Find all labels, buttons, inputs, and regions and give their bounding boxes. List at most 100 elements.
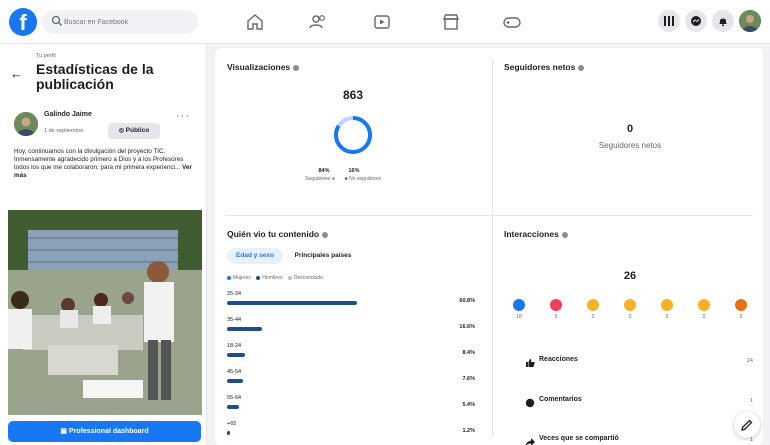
- info-icon[interactable]: [561, 231, 568, 238]
- non-followers-pct: 16%: [348, 168, 360, 174]
- insights-card: Visualizaciones 863 84% 16% Seguidores ●…: [215, 48, 763, 445]
- reaction-count: 0: [591, 314, 595, 320]
- profile-avatar[interactable]: [739, 10, 761, 32]
- reaction-count: 18: [516, 314, 522, 320]
- author-avatar[interactable]: [14, 112, 38, 136]
- home-icon[interactable]: [243, 10, 267, 34]
- age-group-bar: [227, 353, 245, 357]
- age-group-label: 55-64: [227, 395, 242, 401]
- age-group-pct: 16.6%: [459, 324, 475, 330]
- reactions-value: 24: [746, 358, 753, 364]
- interactions-section-title: Interacciones: [504, 229, 568, 239]
- tab-top-countries[interactable]: Principales países: [287, 248, 359, 264]
- views-section-title: Visualizaciones: [227, 62, 300, 72]
- post-text: Hoy, continuamos con la divulgación del …: [14, 148, 198, 180]
- post-date[interactable]: 1 de septiembre: [44, 128, 83, 134]
- info-icon[interactable]: [578, 64, 585, 71]
- comments-value: 1: [749, 398, 753, 404]
- age-group-bar: [227, 301, 357, 305]
- men-dot: [256, 275, 261, 280]
- search-input[interactable]: [64, 13, 192, 31]
- comments-label[interactable]: Comentarios: [539, 396, 582, 403]
- age-group-pct: 5.4%: [462, 402, 475, 408]
- love-icon[interactable]: [550, 299, 562, 311]
- views-total: 863: [342, 88, 364, 102]
- professional-dashboard-button[interactable]: ▣ Professional dashboard: [8, 421, 201, 442]
- reactions-label[interactable]: Reacciones: [539, 356, 578, 363]
- shares-label[interactable]: Veces que se compartió: [539, 435, 619, 442]
- friends-icon[interactable]: [306, 10, 330, 34]
- messenger-icon[interactable]: [685, 10, 707, 32]
- visibility-label: Público: [125, 127, 150, 134]
- visibility-badge[interactable]: ◎ Público: [108, 123, 160, 139]
- like-icon[interactable]: [513, 299, 525, 311]
- post-photo[interactable]: [8, 210, 202, 415]
- audience-title: Quién vio tu contenido: [227, 229, 320, 239]
- net-followers-label: Seguidores netos: [598, 141, 662, 150]
- page-title: Estadísticas de la publicación: [36, 61, 154, 92]
- search-icon: [51, 15, 62, 26]
- sad-icon[interactable]: [698, 299, 710, 311]
- info-icon[interactable]: [293, 64, 300, 71]
- age-group-label: 35-44: [227, 317, 242, 323]
- insights-main: Visualizaciones 863 84% 16% Seguidores ●…: [207, 44, 770, 445]
- breadcrumb[interactable]: Tu perfil: [36, 53, 56, 59]
- info-icon[interactable]: [322, 231, 329, 238]
- dashboard-icon: ▣: [60, 428, 67, 435]
- search-box[interactable]: [42, 10, 198, 34]
- age-group-pct: 8.4%: [462, 350, 475, 356]
- followers-legend: Seguidores ●: [305, 176, 335, 182]
- notifications-icon[interactable]: [712, 10, 734, 32]
- video-icon[interactable]: [370, 10, 394, 34]
- vertical-divider: [492, 58, 493, 438]
- age-group-label: 45-54: [227, 369, 242, 375]
- share-icon: [525, 434, 535, 445]
- legend-women: Mujeres: [233, 275, 251, 281]
- interactions-total: 26: [623, 270, 637, 282]
- reaction-count: 5: [554, 314, 558, 320]
- edit-fab-button[interactable]: [734, 412, 760, 438]
- post-body: Hoy, continuamos con la divulgación del …: [14, 148, 184, 171]
- legend-men: Hombres: [262, 275, 283, 281]
- dashboard-button-label: Professional dashboard: [68, 428, 149, 435]
- care-icon[interactable]: [587, 299, 599, 311]
- net-followers-section-title: Seguidores netos: [504, 62, 585, 72]
- age-group-bar: [227, 405, 239, 409]
- net-followers-value: 0: [626, 123, 634, 135]
- back-arrow-icon[interactable]: ←: [10, 66, 23, 81]
- author-name[interactable]: Galindo Jaime: [44, 111, 92, 118]
- reaction-count: 0: [665, 314, 669, 320]
- haha-icon[interactable]: [624, 299, 636, 311]
- views-title: Visualizaciones: [227, 62, 291, 72]
- audience-section-title: Quién vio tu contenido: [227, 229, 329, 239]
- age-group-label: +65: [227, 421, 237, 427]
- women-dot: [227, 275, 231, 280]
- angry-icon[interactable]: [735, 299, 747, 311]
- age-group-pct: 1.2%: [462, 428, 475, 434]
- interactions-title: Interacciones: [504, 229, 559, 239]
- age-group-pct: 7.6%: [462, 376, 475, 382]
- audience-legend: Mujeres Hombres Desconocido: [227, 275, 323, 281]
- more-options-icon[interactable]: ···: [176, 110, 190, 122]
- menu-grid-icon[interactable]: [658, 10, 680, 32]
- reaction-count: 0: [739, 314, 743, 320]
- legend-unknown: Desconocido: [293, 275, 323, 281]
- reaction-count: 0: [628, 314, 632, 320]
- facebook-logo[interactable]: f: [9, 8, 37, 36]
- unknown-dot: [287, 275, 292, 280]
- wow-icon[interactable]: [661, 299, 673, 311]
- net-followers-title: Seguidores netos: [504, 62, 576, 72]
- marketplace-icon[interactable]: [439, 10, 463, 34]
- gaming-icon[interactable]: [500, 10, 524, 34]
- age-group-label: 18-24: [227, 343, 242, 349]
- views-donut-chart: [334, 116, 372, 154]
- age-group-bar: [227, 327, 263, 331]
- tab-age-gender[interactable]: Edad y sexo: [227, 248, 283, 264]
- post-sidebar: ← Tu perfil Estadísticas de la publicaci…: [0, 44, 207, 445]
- top-navigation-bar: f: [0, 0, 770, 44]
- edit-icon: [741, 419, 753, 431]
- followers-pct: 84%: [318, 168, 330, 174]
- age-group-bar: [227, 379, 244, 383]
- non-followers-legend: ● No seguidores: [344, 176, 382, 182]
- globe-icon: ◎: [118, 128, 124, 134]
